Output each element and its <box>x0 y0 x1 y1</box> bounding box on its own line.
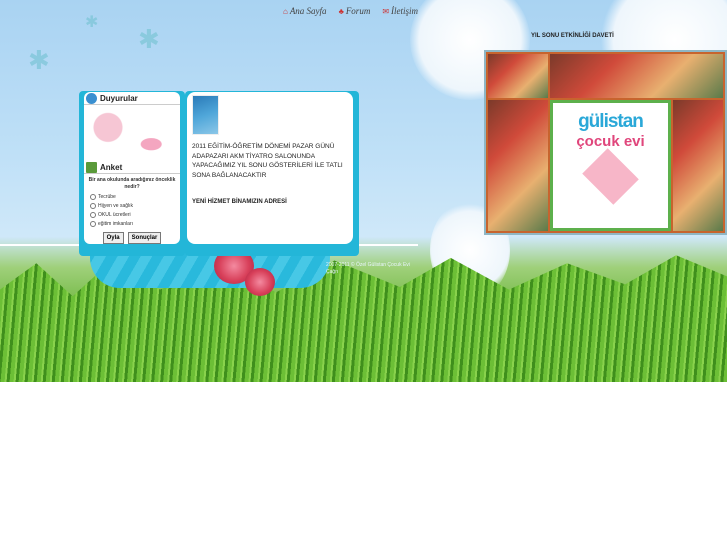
mail-icon: ✉ <box>382 7 390 16</box>
invitation-title: YIL SONU ETKİNLİĞİ DAVETİ <box>531 33 614 39</box>
rose-emblem <box>582 148 639 205</box>
rose-decoration <box>245 268 275 296</box>
news-headline[interactable]: YENİ HİZMET BİNAMIZIN ADRESİ <box>192 198 348 208</box>
poll-option[interactable]: Tecrübe <box>90 194 180 200</box>
radio[interactable] <box>90 221 96 227</box>
star-decoration: ✱ <box>85 14 99 31</box>
news-panel: 2011 EĞİTİM-ÖĞRETİM DÖNEMİ PAZAR GÜNÜ AD… <box>185 91 359 256</box>
nav-forum[interactable]: ♣ Forum <box>339 6 371 16</box>
radio[interactable] <box>90 194 96 200</box>
star-decoration: ✱ <box>28 45 50 75</box>
radio[interactable] <box>90 203 96 209</box>
invitation-image[interactable]: gülistan çocuk evi <box>484 50 727 235</box>
left-panel: Duyurular Anket Bir ana okulunda aradığı… <box>79 91 185 256</box>
poll-option[interactable]: OKUL ücretleri <box>90 212 180 218</box>
results-button[interactable]: Sonuçlar <box>127 232 162 244</box>
chart-icon <box>86 162 97 173</box>
poll-option[interactable]: Hijyen ve sağlık <box>90 203 180 209</box>
news-thumbnail[interactable] <box>192 95 219 135</box>
footer-text: 2007-2011 © Özel Gülistan Çocuk Evi Çağr… <box>326 262 410 275</box>
nav-contact[interactable]: ✉ İletişim <box>382 6 418 16</box>
vote-button[interactable]: Oyla <box>102 232 124 244</box>
poll-header: Anket <box>84 161 180 174</box>
nav-home[interactable]: ⌂ Ana Sayfa <box>283 6 327 16</box>
photo <box>488 100 548 231</box>
photo <box>550 54 723 98</box>
announcements-header: Duyurular <box>84 92 180 105</box>
photo <box>673 100 723 231</box>
logo-watermark <box>84 105 180 161</box>
poll-question: Bir ana okulunda aradığınız önceklik ned… <box>88 177 176 190</box>
star-decoration: ✱ <box>138 24 160 54</box>
top-nav: ⌂ Ana Sayfa ♣ Forum ✉ İletişim <box>283 6 418 16</box>
school-logo: gülistan çocuk evi <box>550 100 671 231</box>
radio[interactable] <box>90 212 96 218</box>
news-text: 2011 EĞİTİM-ÖĞRETİM DÖNEMİ PAZAR GÜNÜ AD… <box>192 143 343 179</box>
forum-icon: ♣ <box>338 7 344 16</box>
announcement-icon <box>86 93 97 104</box>
home-icon: ⌂ <box>283 7 288 16</box>
poll-option[interactable]: eğitim imkanları <box>90 221 180 227</box>
photo <box>488 54 548 98</box>
